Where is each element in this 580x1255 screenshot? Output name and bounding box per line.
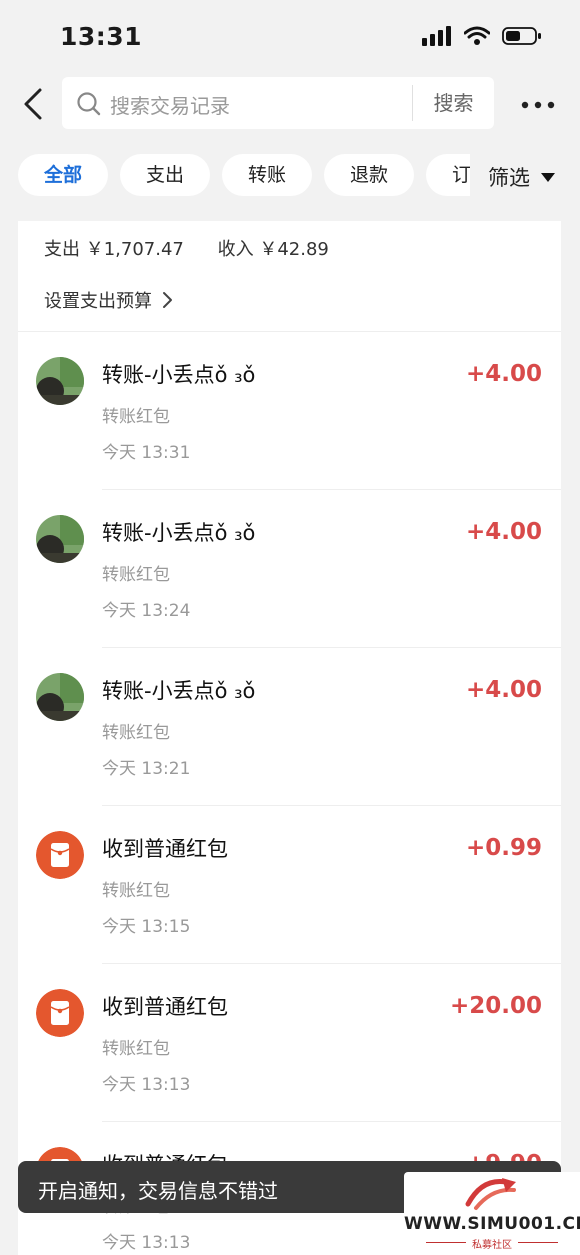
watermark-label: 私募社区 <box>472 1240 512 1251</box>
avatar <box>36 357 84 405</box>
transaction-title: 收到普通红包 <box>102 995 228 1019</box>
transaction-row[interactable]: 转账-小丢点ǒ ₃ǒ 转账红包 今天 13:31 +4.00 <box>18 332 561 490</box>
red-packet-icon <box>36 989 84 1037</box>
search-icon <box>77 92 101 116</box>
summary: 支出 ￥1,707.47 收入 ￥42.89 <box>44 235 357 261</box>
transaction-title: 收到普通红包 <box>102 837 228 861</box>
cellular-signal-icon <box>422 26 451 46</box>
transaction-title: 转账-小丢点ǒ ₃ǒ <box>102 521 256 545</box>
transaction-amount: +20.00 <box>449 993 542 1019</box>
filter-chip-transfer[interactable]: 转账 <box>222 154 312 196</box>
transaction-title: 转账-小丢点ǒ ₃ǒ <box>102 679 256 703</box>
filter-chip-all[interactable]: 全部 <box>18 154 108 196</box>
transaction-card: 支出 ￥1,707.47 收入 ￥42.89 设置支出预算 转账-小丢点ǒ ₃ǒ… <box>18 221 561 1255</box>
more-button[interactable] <box>520 96 556 115</box>
transaction-amount: +4.00 <box>465 677 542 703</box>
chevron-left-icon <box>24 88 42 120</box>
chevron-right-icon <box>163 292 172 308</box>
watermark-rule <box>518 1242 558 1243</box>
transaction-type: 转账红包 <box>102 881 170 901</box>
avatar <box>36 673 84 721</box>
watermark: WWW.SIMU001.CN 私募社区 <box>404 1172 580 1255</box>
transaction-amount: +4.00 <box>465 361 542 387</box>
filter-chip-refund[interactable]: 退款 <box>324 154 414 196</box>
red-packet-icon <box>36 831 84 879</box>
toast-text: 开启通知，交易信息不错过 <box>38 1179 278 1203</box>
filter-bar: 全部 支出 转账 退款 订单 筛选 <box>0 150 580 200</box>
watermark-url: WWW.SIMU001.CN <box>404 1214 580 1234</box>
transaction-time: 今天 13:31 <box>102 443 191 463</box>
status-bar: 13:31 <box>0 0 580 70</box>
transaction-row[interactable]: 转账-小丢点ǒ ₃ǒ 转账红包 今天 13:21 +4.00 <box>18 648 561 806</box>
filter-button[interactable]: 筛选 <box>488 162 556 192</box>
transaction-time: 今天 13:21 <box>102 759 191 779</box>
transaction-time: 今天 13:15 <box>102 917 191 937</box>
search-bar[interactable]: 搜索交易记录 搜索 <box>62 77 494 129</box>
wifi-icon <box>464 26 490 45</box>
transaction-row[interactable]: 转账-小丢点ǒ ₃ǒ 转账红包 今天 13:24 +4.00 <box>18 490 561 648</box>
transaction-time: 今天 13:24 <box>102 601 191 621</box>
transaction-time: 今天 13:13 <box>102 1233 191 1253</box>
expense-total: 支出 ￥1,707.47 <box>44 239 184 260</box>
transaction-type: 转账红包 <box>102 723 170 743</box>
battery-icon <box>502 27 541 45</box>
transaction-amount: +0.99 <box>465 835 542 861</box>
search-button[interactable]: 搜索 <box>413 77 494 129</box>
caret-down-icon <box>541 173 555 182</box>
filter-chip-expense[interactable]: 支出 <box>120 154 210 196</box>
transaction-time: 今天 13:13 <box>102 1075 191 1095</box>
watermark-logo-icon <box>465 1178 516 1210</box>
transaction-row[interactable]: 收到普通红包 转账红包 今天 13:15 +0.99 <box>18 806 561 964</box>
more-dots-icon <box>521 101 555 109</box>
status-time: 13:31 <box>60 22 143 51</box>
transaction-type: 转账红包 <box>102 407 170 427</box>
transaction-amount: +4.00 <box>465 519 542 545</box>
transaction-title: 转账-小丢点ǒ ₃ǒ <box>102 363 256 387</box>
transaction-type: 转账红包 <box>102 565 170 585</box>
nav-bar: 搜索交易记录 搜索 <box>0 74 580 134</box>
avatar <box>36 515 84 563</box>
budget-link[interactable]: 设置支出预算 <box>44 287 174 313</box>
search-input[interactable]: 搜索交易记录 <box>110 90 230 119</box>
status-icons <box>422 26 542 46</box>
income-total: 收入 ￥42.89 <box>217 239 329 260</box>
budget-label: 设置支出预算 <box>44 291 152 312</box>
transaction-type: 转账红包 <box>102 1039 170 1059</box>
back-button[interactable] <box>18 84 52 124</box>
transaction-row[interactable]: 收到普通红包 转账红包 今天 13:13 +20.00 <box>18 964 561 1122</box>
filter-label: 筛选 <box>488 166 530 190</box>
